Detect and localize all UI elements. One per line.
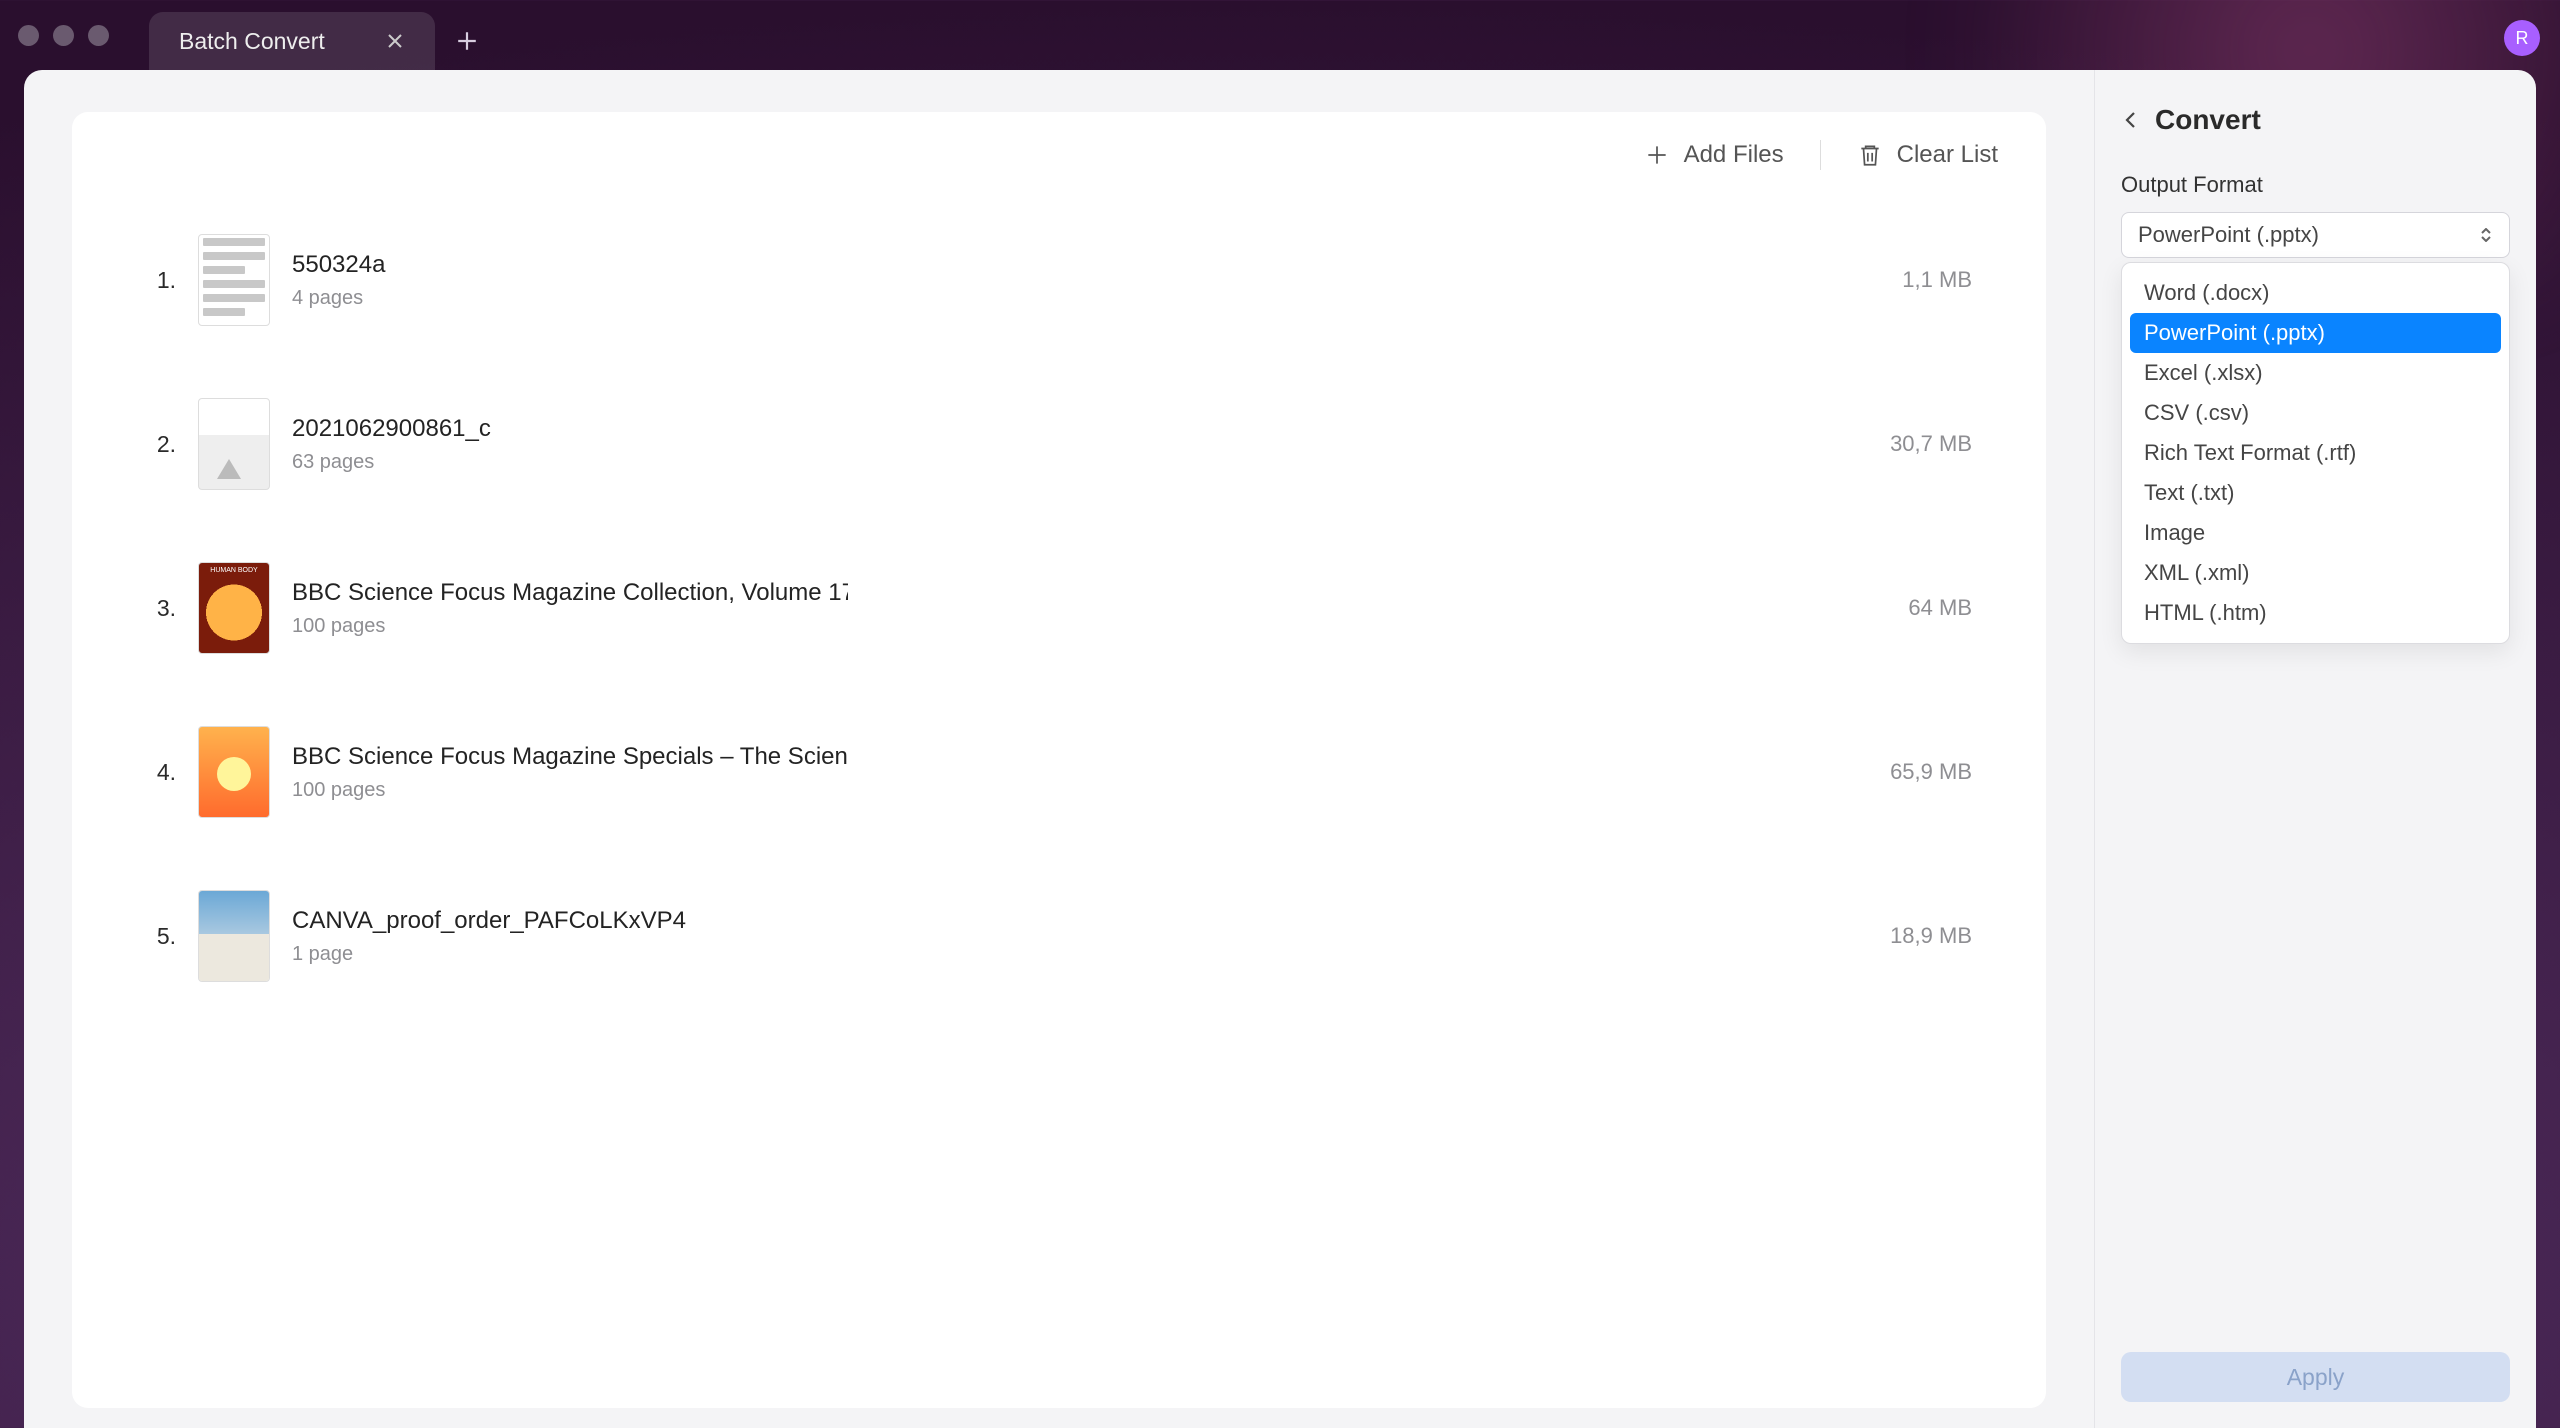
format-option[interactable]: XML (.xml) bbox=[2130, 553, 2501, 593]
file-name: 2021062900861_c bbox=[292, 415, 848, 443]
file-row[interactable]: 5. CANVA_proof_order_PAFCoLKxVP4 1 page 18,… bbox=[112, 854, 2006, 1018]
file-size: 64 MB bbox=[1908, 595, 1972, 621]
file-thumbnail bbox=[198, 890, 270, 982]
clear-list-label: Clear List bbox=[1897, 141, 1998, 169]
format-option[interactable]: CSV (.csv) bbox=[2130, 393, 2501, 433]
trash-icon bbox=[1857, 142, 1883, 168]
chevron-left-icon[interactable] bbox=[2121, 110, 2141, 130]
output-format-select[interactable]: PowerPoint (.pptx) bbox=[2121, 212, 2510, 258]
file-size: 30,7 MB bbox=[1890, 431, 1972, 457]
sidebar-title: Convert bbox=[2155, 104, 2261, 136]
file-index: 5. bbox=[146, 923, 176, 950]
file-size: 18,9 MB bbox=[1890, 923, 1972, 949]
window-close-button[interactable] bbox=[18, 25, 39, 46]
format-option[interactable]: HTML (.htm) bbox=[2130, 593, 2501, 633]
main-window: Add Files Clear List 1. 550324a 4 pages 1,1… bbox=[24, 70, 2536, 1428]
file-index: 2. bbox=[146, 431, 176, 458]
new-tab-button[interactable] bbox=[451, 25, 483, 57]
apply-label: Apply bbox=[2287, 1364, 2345, 1391]
file-index: 1. bbox=[146, 267, 176, 294]
clear-list-button[interactable]: Clear List bbox=[1857, 141, 1998, 169]
output-format-label: Output Format bbox=[2121, 172, 2510, 198]
file-row[interactable]: 1. 550324a 4 pages 1,1 MB bbox=[112, 198, 2006, 362]
file-index: 4. bbox=[146, 759, 176, 786]
file-row[interactable]: 3. HUMAN BODY BBC Science Focus Magazine C… bbox=[112, 526, 2006, 690]
window-minimize-button[interactable] bbox=[53, 25, 74, 46]
format-option[interactable]: Text (.txt) bbox=[2130, 473, 2501, 513]
format-option[interactable]: Rich Text Format (.rtf) bbox=[2130, 433, 2501, 473]
file-pages: 1 page bbox=[292, 943, 1848, 966]
file-name: BBC Science Focus Magazine Specials – Th… bbox=[292, 743, 848, 771]
file-name: 550324a bbox=[292, 251, 848, 279]
title-bar: Batch Convert R bbox=[0, 0, 2560, 70]
tab-title: Batch Convert bbox=[179, 28, 325, 55]
file-list-pane: Add Files Clear List 1. 550324a 4 pages 1,1… bbox=[24, 70, 2094, 1428]
output-format-value: PowerPoint (.pptx) bbox=[2138, 222, 2319, 248]
avatar[interactable]: R bbox=[2504, 20, 2540, 56]
file-pages: 63 pages bbox=[292, 451, 1848, 474]
file-toolbar: Add Files Clear List bbox=[72, 112, 2046, 188]
file-size: 65,9 MB bbox=[1890, 759, 1972, 785]
sidebar-header: Convert bbox=[2121, 104, 2510, 136]
file-info: 2021062900861_c 63 pages bbox=[292, 415, 1848, 474]
chevron-updown-icon bbox=[2479, 228, 2493, 242]
file-row[interactable]: 2. 2021062900861_c 63 pages 30,7 MB bbox=[112, 362, 2006, 526]
file-info: CANVA_proof_order_PAFCoLKxVP4 1 page bbox=[292, 907, 1848, 966]
format-option[interactable]: PowerPoint (.pptx) bbox=[2130, 313, 2501, 353]
avatar-initial: R bbox=[2516, 28, 2529, 49]
file-list: 1. 550324a 4 pages 1,1 MB 2. 2021062900861_c 6… bbox=[72, 188, 2046, 1408]
file-pages: 4 pages bbox=[292, 287, 1860, 310]
window-controls bbox=[18, 25, 109, 46]
plus-icon bbox=[456, 30, 478, 52]
apply-button[interactable]: Apply bbox=[2121, 1352, 2510, 1402]
toolbar-divider bbox=[1820, 140, 1821, 170]
add-files-label: Add Files bbox=[1684, 141, 1784, 169]
window-zoom-button[interactable] bbox=[88, 25, 109, 46]
file-info: 550324a 4 pages bbox=[292, 251, 1860, 310]
file-pages: 100 pages bbox=[292, 779, 1848, 802]
add-files-button[interactable]: Add Files bbox=[1644, 141, 1784, 169]
file-row[interactable]: 4. BBC Science Focus Magazine Specials – … bbox=[112, 690, 2006, 854]
convert-sidebar: Convert Output Format PowerPoint (.pptx)… bbox=[2094, 70, 2536, 1428]
file-info: BBC Science Focus Magazine Collection, V… bbox=[292, 579, 1866, 638]
file-name: CANVA_proof_order_PAFCoLKxVP4 bbox=[292, 907, 848, 935]
format-option[interactable]: Word (.docx) bbox=[2130, 273, 2501, 313]
plus-icon bbox=[1644, 142, 1670, 168]
format-option[interactable]: Excel (.xlsx) bbox=[2130, 353, 2501, 393]
file-panel: Add Files Clear List 1. 550324a 4 pages 1,1… bbox=[72, 112, 2046, 1408]
output-format-dropdown: Word (.docx)PowerPoint (.pptx)Excel (.xl… bbox=[2121, 262, 2510, 644]
tab-batch-convert[interactable]: Batch Convert bbox=[149, 12, 435, 70]
file-info: BBC Science Focus Magazine Specials – Th… bbox=[292, 743, 1848, 802]
file-name: BBC Science Focus Magazine Collection, V… bbox=[292, 579, 848, 607]
file-index: 3. bbox=[146, 595, 176, 622]
file-thumbnail bbox=[198, 234, 270, 326]
file-pages: 100 pages bbox=[292, 615, 1866, 638]
file-thumbnail bbox=[198, 726, 270, 818]
file-thumbnail: HUMAN BODY bbox=[198, 562, 270, 654]
file-size: 1,1 MB bbox=[1902, 267, 1972, 293]
format-option[interactable]: Image bbox=[2130, 513, 2501, 553]
close-icon[interactable] bbox=[385, 31, 405, 51]
file-thumbnail bbox=[198, 398, 270, 490]
